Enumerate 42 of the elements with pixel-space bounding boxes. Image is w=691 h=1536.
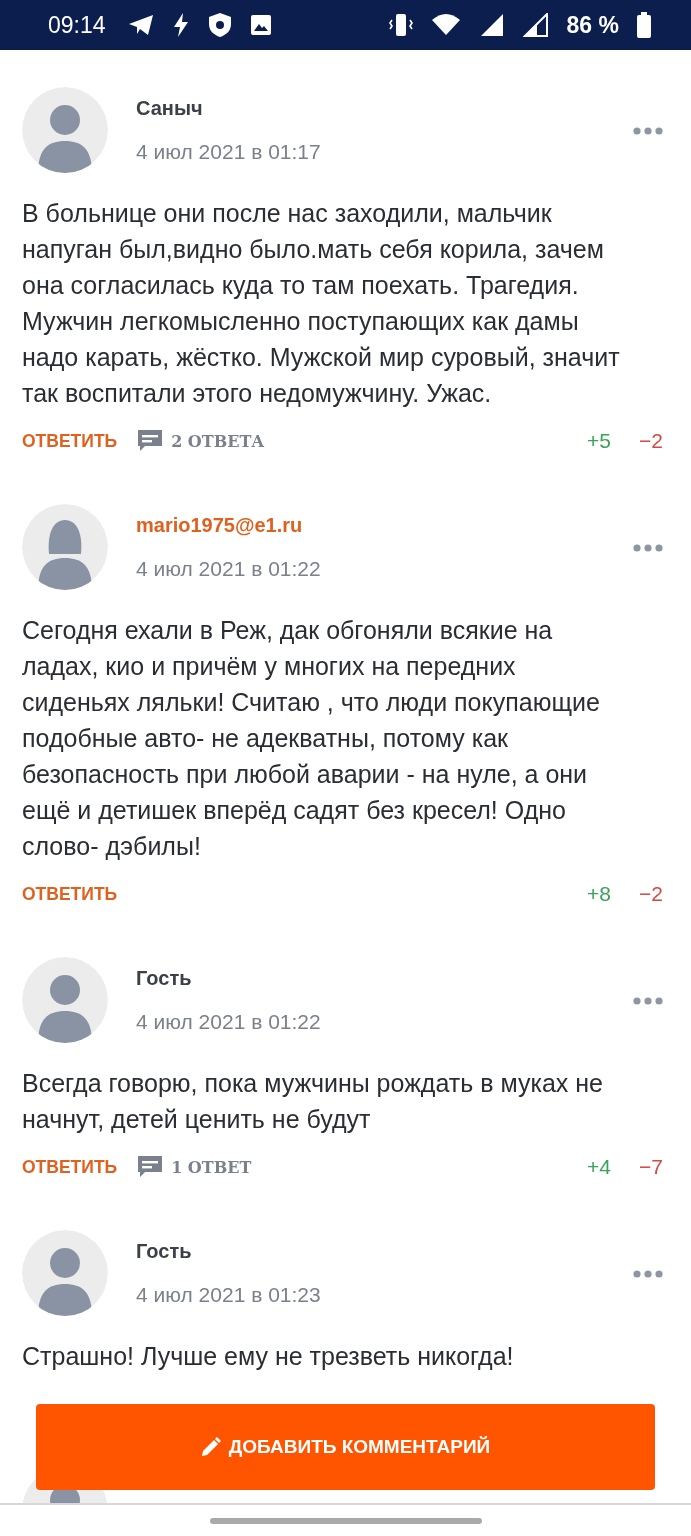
upvote-count[interactable]: +5 [587,429,612,453]
author-name: mario1975@e1.ru [136,513,304,537]
clock: 09:14 [48,11,106,39]
comment-text: Страшно! Лучше ему не трезветь никогда! [22,1341,515,1372]
replies-link[interactable]: 1 ОТВЕТ [137,1155,252,1179]
comment-text: Всегда говорю, пока мужчины рождать в муках не начнут, детей ценить не будут [22,1068,604,1135]
upvote-count[interactable]: +8 [587,882,612,906]
wifi-icon [430,13,461,37]
pencil-icon [200,1437,221,1457]
paper-plane-icon [127,14,154,36]
reply-link[interactable]: ОТВЕТИТЬ [22,1156,118,1178]
more-options-icon[interactable] [633,1270,663,1278]
downvote-count[interactable]: −2 [639,882,663,906]
lightning-icon [171,13,190,37]
image-icon [249,14,272,36]
add-comment-button[interactable]: ДОБАВИТЬ КОММЕНТАРИЙ [36,1404,655,1490]
comment-date: 4 июл 2021 в 01:17 [136,140,322,164]
comment-date: 4 июл 2021 в 01:22 [136,557,322,581]
replies-link[interactable]: 2 ОТВЕТА [137,429,265,453]
more-options-icon[interactable] [633,997,663,1005]
shield-icon [207,12,232,38]
signal-icon [522,13,549,37]
comment-text: В больнице они после нас заходили, мальчик напуган был,видно было.мать себя корила, зачем она согласилась куда то там поехать. Трагедия. Мужчин легкомысленно поступающих как дамы надо карать, жёстко. Мужской мир суровый, значит так воспитали этого недомужчину. Ужас. [22,198,621,409]
comment-date: 4 июл 2021 в 01:23 [136,1283,322,1307]
reply-link[interactable]: ОТВЕТИТЬ [22,883,118,905]
downvote-count[interactable]: −7 [639,1155,663,1179]
comment-text: Сегодня ехали в Реж, дак обгоняли всякие на ладах, кио и причём у многих на передних сиденьях ляльки! Считаю , что люди покупающие подобные авто- не адекватны, потому как безопасность при любой аварии - на нуле, а они ещё и детишек вперёд садят без кресел! Одно слово- дэбилы! [22,615,601,862]
comment-date: 4 июл 2021 в 01:22 [136,1010,322,1034]
speech-bubble-icon [137,429,164,453]
more-options-icon[interactable] [633,127,663,135]
vibrate-icon [388,12,413,38]
upvote-count[interactable]: +4 [587,1155,612,1179]
author-name: Гость [136,966,193,990]
author-name: Гость [136,1239,193,1263]
home-indicator[interactable] [209,1517,482,1524]
reply-link[interactable]: ОТВЕТИТЬ [22,430,118,452]
battery-percent: 86 % [566,11,619,39]
speech-bubble-icon [137,1155,164,1179]
more-options-icon[interactable] [633,544,663,552]
author-name: Саныч [136,96,204,120]
battery-icon [637,12,651,38]
downvote-count[interactable]: −2 [639,429,663,453]
